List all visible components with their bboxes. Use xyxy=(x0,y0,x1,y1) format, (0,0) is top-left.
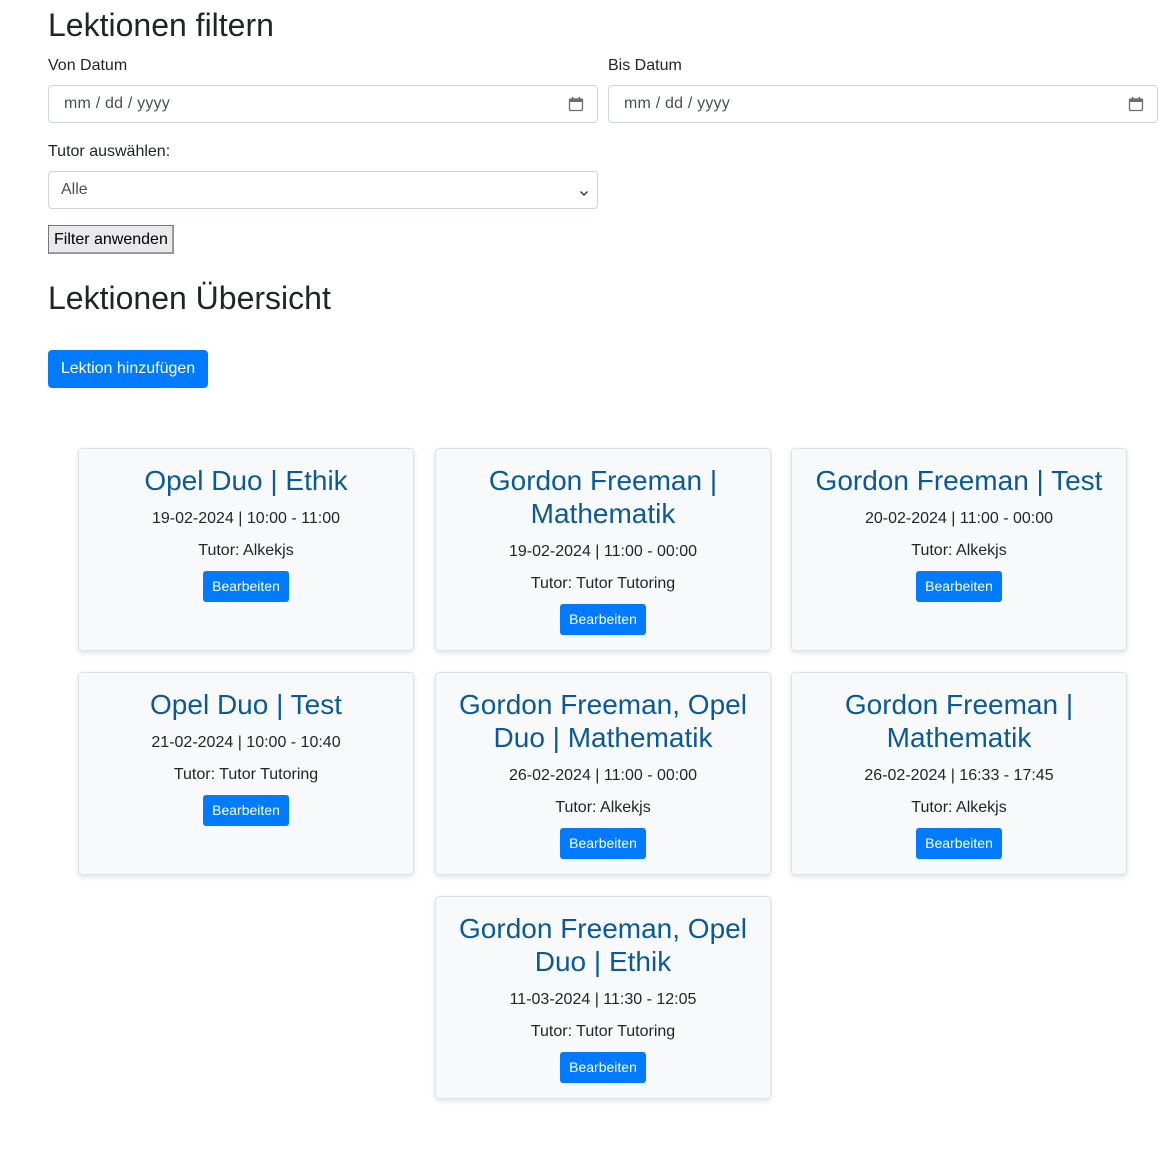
lesson-tutor: Tutor: Tutor Tutoring xyxy=(173,766,319,783)
lesson-tutor: Tutor: Tutor Tutoring xyxy=(530,1023,676,1040)
lesson-tutor: Tutor: Alkekjs xyxy=(555,799,651,816)
lesson-card: Opel Duo | Ethik 19-02-2024 | 10:00 - 11… xyxy=(78,448,414,651)
chevron-down-icon xyxy=(579,185,589,196)
lesson-datetime: 21-02-2024 | 10:00 - 10:40 xyxy=(151,734,341,751)
tutor-select-label: Tutor auswählen: xyxy=(48,143,171,160)
lesson-card: Opel Duo | Test 21-02-2024 | 10:00 - 10:… xyxy=(78,672,414,875)
calendar-icon[interactable] xyxy=(1128,96,1144,112)
from-date-label: Von Datum xyxy=(48,57,128,74)
lesson-title: Gordon Freeman | Test xyxy=(815,465,1103,496)
filter-heading: Lektionen filtern xyxy=(48,7,274,43)
lesson-tutor: Tutor: Tutor Tutoring xyxy=(530,575,676,592)
edit-lesson-button[interactable]: Bearbeiten xyxy=(560,828,646,859)
lesson-card: Gordon Freeman | Mathematik 19-02-2024 |… xyxy=(435,448,771,651)
lesson-title: Gordon Freeman | Mathematik xyxy=(844,689,1074,753)
lesson-title: Gordon Freeman, Opel Duo | Mathematik xyxy=(459,689,747,753)
edit-lesson-button[interactable]: Bearbeiten xyxy=(560,604,646,635)
lesson-title: Gordon Freeman, Opel Duo | Ethik xyxy=(459,913,747,977)
lesson-title: Gordon Freeman | Mathematik xyxy=(488,465,718,529)
lesson-tutor: Tutor: Alkekjs xyxy=(198,542,294,559)
calendar-icon[interactable] xyxy=(568,96,584,112)
overview-heading: Lektionen Übersicht xyxy=(48,280,331,316)
lesson-datetime: 20-02-2024 | 11:00 - 00:00 xyxy=(865,510,1053,527)
from-date-placeholder: mm / dd / yyyy xyxy=(64,95,170,112)
edit-lesson-button[interactable]: Bearbeiten xyxy=(916,828,1002,859)
tutor-select[interactable]: Alle xyxy=(48,171,598,209)
lesson-card: Gordon Freeman, Opel Duo | Ethik 11-03-2… xyxy=(435,896,771,1099)
lesson-card: Gordon Freeman | Mathematik 26-02-2024 |… xyxy=(791,672,1127,875)
edit-lesson-button[interactable]: Bearbeiten xyxy=(203,795,289,826)
edit-lesson-button[interactable]: Bearbeiten xyxy=(203,571,289,602)
lesson-datetime: 11-03-2024 | 11:30 - 12:05 xyxy=(509,991,697,1008)
tutor-select-value: Alle xyxy=(61,181,88,198)
lesson-tutor: Tutor: Alkekjs xyxy=(911,542,1007,559)
add-lesson-button[interactable]: Lektion hinzufügen xyxy=(48,350,208,388)
lesson-title: Opel Duo | Test xyxy=(150,689,342,720)
lesson-card: Gordon Freeman, Opel Duo | Mathematik 26… xyxy=(435,672,771,875)
lesson-card: Gordon Freeman | Test 20-02-2024 | 11:00… xyxy=(791,448,1127,651)
edit-lesson-button[interactable]: Bearbeiten xyxy=(560,1052,646,1083)
lesson-datetime: 19-02-2024 | 11:00 - 00:00 xyxy=(509,543,697,560)
lesson-datetime: 26-02-2024 | 16:33 - 17:45 xyxy=(864,767,1054,784)
lesson-tutor: Tutor: Alkekjs xyxy=(911,799,1007,816)
lesson-title: Opel Duo | Ethik xyxy=(144,465,348,496)
apply-filter-button[interactable]: Filter anwenden xyxy=(48,225,174,254)
to-date-input[interactable]: mm / dd / yyyy xyxy=(608,85,1158,123)
edit-lesson-button[interactable]: Bearbeiten xyxy=(916,571,1002,602)
lesson-datetime: 19-02-2024 | 10:00 - 11:00 xyxy=(152,510,340,527)
to-date-placeholder: mm / dd / yyyy xyxy=(624,95,730,112)
lesson-datetime: 26-02-2024 | 11:00 - 00:00 xyxy=(509,767,697,784)
from-date-input[interactable]: mm / dd / yyyy xyxy=(48,85,598,123)
lessons-page: Lektionen filtern Von Datum Bis Datum mm… xyxy=(0,0,1175,1160)
to-date-label: Bis Datum xyxy=(608,57,682,74)
